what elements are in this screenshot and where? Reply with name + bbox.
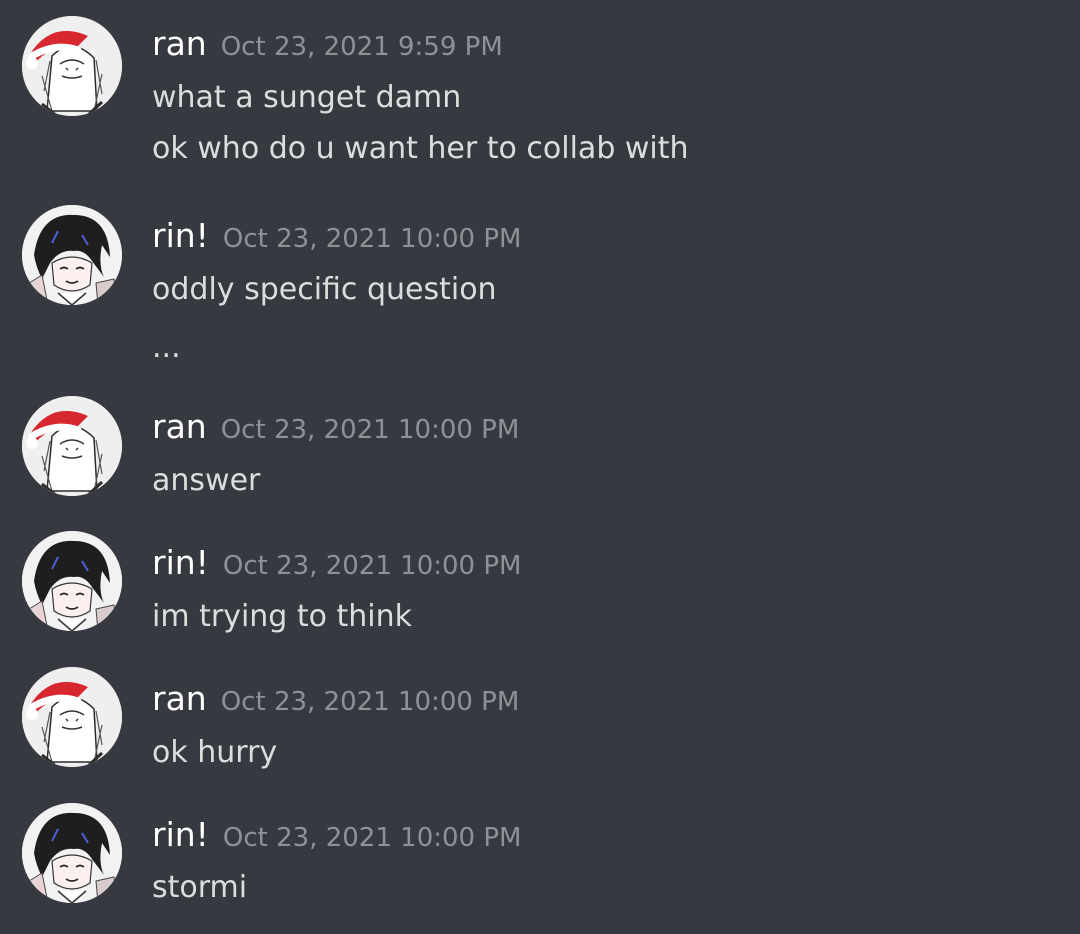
message-text: what a sunget damn bbox=[152, 80, 462, 115]
message-text: ok hurry bbox=[152, 735, 278, 770]
message-text: answer bbox=[152, 463, 261, 498]
username[interactable]: ran bbox=[152, 679, 207, 718]
timestamp: Oct 23, 2021 10:00 PM bbox=[220, 687, 520, 717]
message-text: stormi bbox=[152, 870, 248, 905]
santa-hat-avatar-icon[interactable] bbox=[22, 396, 122, 496]
dark-hair-avatar-icon[interactable] bbox=[22, 803, 122, 903]
santa-hat-avatar-icon[interactable] bbox=[22, 667, 122, 767]
timestamp: Oct 23, 2021 10:00 PM bbox=[220, 415, 520, 445]
message-text: oddly specific question bbox=[152, 272, 497, 307]
timestamp: Oct 23, 2021 10:00 PM bbox=[222, 823, 522, 853]
timestamp: Oct 23, 2021 9:59 PM bbox=[220, 32, 503, 62]
message-text: ... bbox=[152, 330, 181, 365]
message-text: im trying to think bbox=[152, 599, 413, 634]
message-feed: ran Oct 23, 2021 9:59 PM what a sunget da… bbox=[0, 0, 1080, 934]
username[interactable]: ran bbox=[152, 407, 207, 446]
timestamp: Oct 23, 2021 10:00 PM bbox=[222, 224, 522, 254]
username[interactable]: rin! bbox=[152, 815, 209, 854]
message-header: ran Oct 23, 2021 10:00 PM bbox=[152, 677, 519, 721]
dark-hair-avatar-icon[interactable] bbox=[22, 205, 122, 305]
username[interactable]: rin! bbox=[152, 216, 209, 255]
username[interactable]: rin! bbox=[152, 543, 209, 582]
message-header: rin! Oct 23, 2021 10:00 PM bbox=[152, 541, 521, 585]
message-header: ran Oct 23, 2021 10:00 PM bbox=[152, 405, 519, 449]
santa-hat-avatar-icon[interactable] bbox=[22, 16, 122, 116]
message-header: rin! Oct 23, 2021 10:00 PM bbox=[152, 813, 521, 857]
message-text: ok who do u want her to collab with bbox=[152, 131, 689, 166]
dark-hair-avatar-icon[interactable] bbox=[22, 531, 122, 631]
message-header: rin! Oct 23, 2021 10:00 PM bbox=[152, 214, 521, 258]
timestamp: Oct 23, 2021 10:00 PM bbox=[222, 551, 522, 581]
message-header: ran Oct 23, 2021 9:59 PM bbox=[152, 22, 503, 66]
username[interactable]: ran bbox=[152, 24, 207, 63]
